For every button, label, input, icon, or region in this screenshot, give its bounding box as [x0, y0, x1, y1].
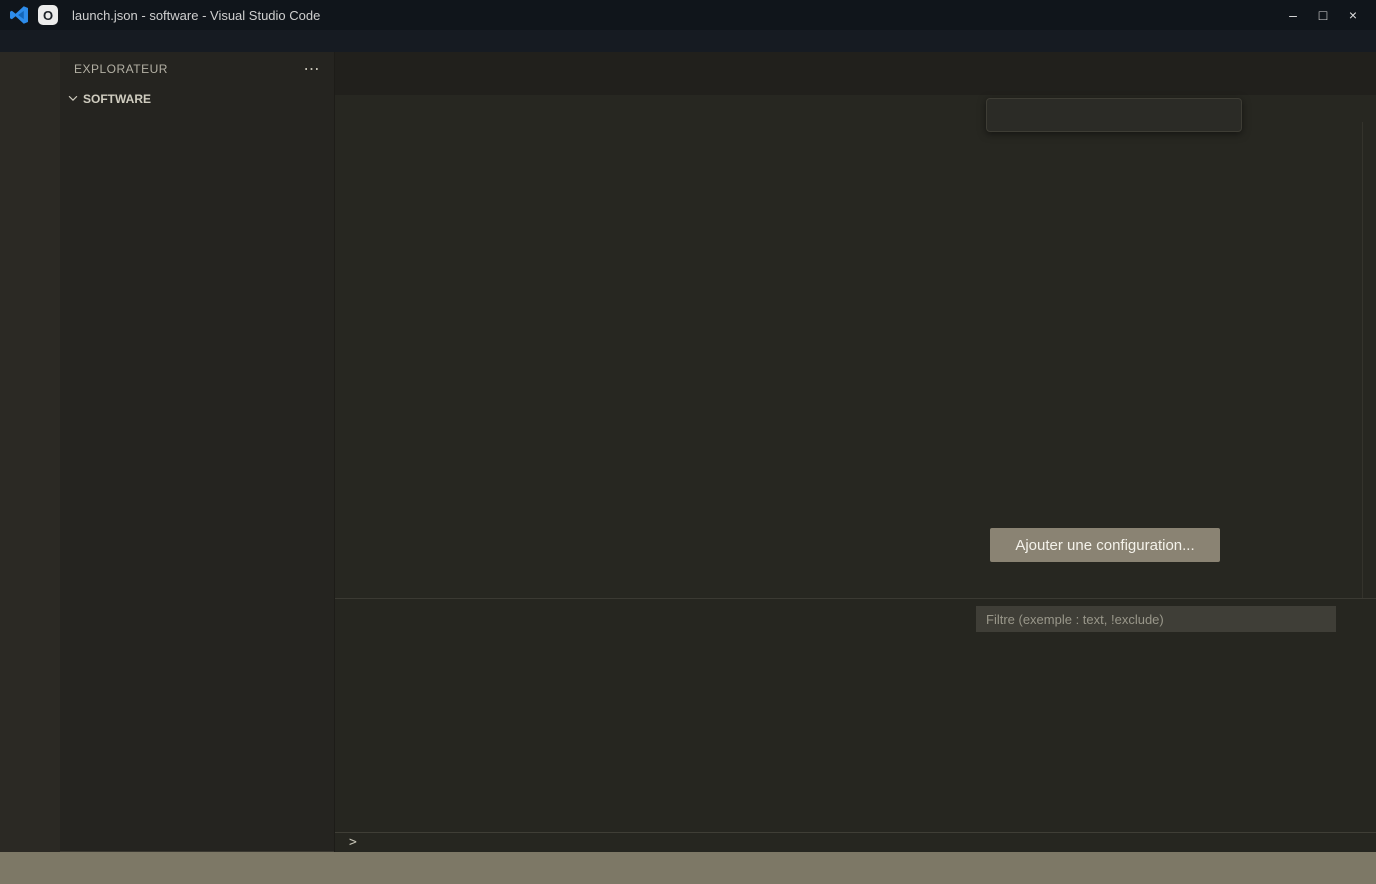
window-controls: – □ ×: [1278, 2, 1368, 28]
explorer-sidebar: EXPLORATEUR ⋯ SOFTWARE: [60, 52, 335, 852]
debug-toolbar: [986, 98, 1242, 132]
chevron-down-icon: [66, 91, 80, 108]
debug-console-prompt[interactable]: >: [335, 832, 1376, 852]
title-bar: O launch.json - software - Visual Studio…: [0, 0, 1376, 30]
minimap[interactable]: [1228, 124, 1360, 254]
maximize-button[interactable]: □: [1308, 2, 1338, 28]
sidebar-title: EXPLORATEUR: [74, 62, 168, 76]
window-title: launch.json - software - Visual Studio C…: [72, 8, 1270, 23]
editor-group: Ajouter une configuration... >: [335, 52, 1376, 852]
app-icon-o: O: [38, 5, 58, 25]
close-button[interactable]: ×: [1338, 2, 1368, 28]
activity-bar: [0, 52, 60, 852]
sidebar-title-row: EXPLORATEUR ⋯: [60, 52, 334, 86]
prompt-chevron: >: [349, 835, 357, 850]
menu-bar: [0, 30, 1376, 52]
bottom-panel: >: [335, 598, 1376, 852]
add-configuration-button[interactable]: Ajouter une configuration...: [990, 528, 1220, 562]
console-filter-input[interactable]: [976, 606, 1336, 632]
vscode-window: O launch.json - software - Visual Studio…: [0, 0, 1376, 884]
code-editor[interactable]: Ajouter une configuration...: [335, 122, 1376, 598]
minimize-button[interactable]: –: [1278, 2, 1308, 28]
debug-console-output: [335, 639, 1376, 832]
file-tree: [60, 112, 334, 851]
explorer-section-header[interactable]: SOFTWARE: [60, 86, 334, 112]
overview-ruler[interactable]: [1362, 122, 1376, 598]
vscode-logo-icon: [8, 4, 30, 26]
tab-bar: [335, 52, 1376, 95]
panel-header: [335, 599, 1376, 639]
status-bar: [0, 852, 1376, 884]
workspace-name: SOFTWARE: [83, 92, 151, 106]
sidebar-more-actions[interactable]: ⋯: [304, 59, 321, 79]
